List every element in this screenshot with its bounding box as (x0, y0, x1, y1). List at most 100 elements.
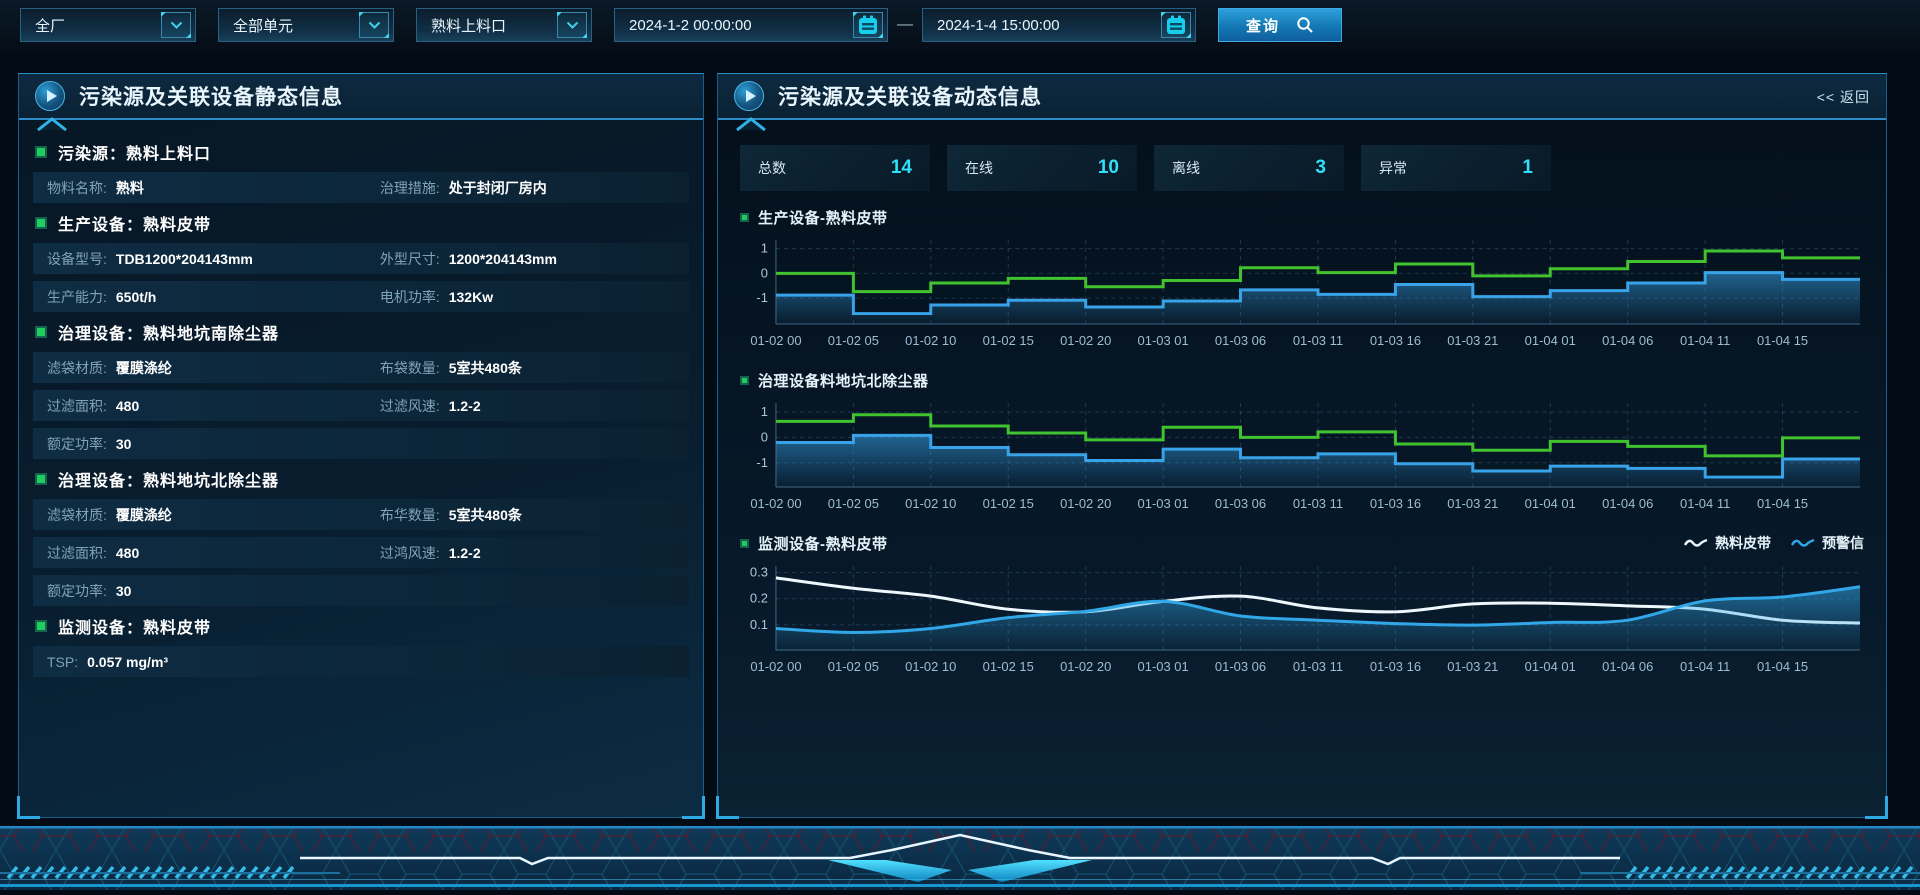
unit-select-value: 全部单元 (233, 15, 293, 36)
info-row: 生产能力:650t/h电机功率: 132Kw (33, 281, 689, 312)
pollution-source-arrow-button[interactable] (557, 12, 587, 38)
chevron-down-icon (368, 21, 381, 29)
end-datetime-picker[interactable]: 2024-1-4 15:00:00 (922, 8, 1196, 42)
section-title: 生产设备：熟料皮带 (58, 211, 211, 235)
info-field: 滤袋材质:覆膜涤纶 (47, 358, 380, 378)
charts-area: 生产设备-熟料皮带 10-101-02 0001-02 0501-02 1001-… (740, 204, 1864, 680)
svg-text:01-04 01: 01-04 01 (1525, 496, 1576, 511)
info-row: TSP:0.057 mg/m³ (33, 646, 689, 677)
start-calendar-button[interactable] (853, 12, 883, 38)
info-field: 外型尺寸: 1200*204143mm (380, 249, 675, 269)
info-row: 滤袋材质:覆膜涤纶布袋数量:5室共480条 (33, 352, 689, 383)
section-title: 治理设备：熟料地坑北除尘器 (58, 467, 279, 491)
svg-text:01-03 21: 01-03 21 (1447, 496, 1498, 511)
field-label: 额定功率: (47, 581, 107, 601)
section-header: 污染源：熟料上料口 (35, 141, 689, 163)
dynamic-panel-title: 污染源及关联设备动态信息 (778, 81, 1042, 111)
info-row: 过滤面积:480过鸿风速:1.2-2 (33, 537, 689, 568)
stat-card-2: 离线 3 (1154, 145, 1344, 191)
chart-title: 生产设备-熟料皮带 (758, 207, 888, 228)
svg-text:01-04 15: 01-04 15 (1757, 333, 1808, 348)
static-info-list: 污染源：熟料上料口物料名称:熟料治理措施:处于封闭厂房内生产设备：熟料皮带设备型… (19, 120, 703, 677)
dashboard-page: 全厂 全部单元 熟料上料口 2024-1-2 00:00:00 (0, 0, 1920, 890)
plant-select[interactable]: 全厂 (20, 8, 196, 42)
legend-item[interactable]: 熟料皮带 (1684, 533, 1771, 553)
stat-card-3: 异常1 (1361, 145, 1551, 191)
svg-text:01-03 11: 01-03 11 (1293, 659, 1343, 674)
stat-label: 在线 (965, 158, 993, 178)
info-row: 设备型号:TDB1200*204143mm外型尺寸:1200*204143mm (33, 243, 689, 274)
svg-text:01-03 16: 01-03 16 (1370, 496, 1421, 511)
svg-text:01-03 11: 01-03 11 (1293, 496, 1343, 511)
svg-text:01-04 15: 01-04 15 (1757, 659, 1808, 674)
svg-text:0.1: 0.1 (750, 617, 768, 632)
unit-select[interactable]: 全部单元 (218, 8, 394, 42)
unit-select-arrow-button[interactable] (359, 12, 389, 38)
field-label: 电机功率: (380, 287, 440, 307)
section-title: 污染源：熟料上料口 (58, 140, 211, 164)
field-label: 生产能力: (47, 287, 107, 307)
svg-text:01-02 10: 01-02 10 (905, 333, 956, 348)
query-button-label: 查询 (1246, 15, 1280, 36)
calendar-icon (1165, 14, 1187, 36)
corner-accent (1542, 182, 1551, 191)
dynamic-info-panel: 污染源及关联设备动态信息 << 返回 总数14在线10离线3异常1 生产设备-熟… (717, 73, 1887, 818)
info-field: 布袋数量:5室共480条 (380, 358, 675, 378)
end-calendar-button[interactable] (1161, 12, 1191, 38)
plant-select-arrow-button[interactable] (161, 12, 191, 38)
svg-text:01-02 10: 01-02 10 (905, 659, 956, 674)
field-label: 治理措施: (380, 178, 440, 198)
field-label: 布华数量: (380, 505, 440, 525)
info-row: 额定功率:30 (33, 575, 689, 606)
start-datetime-value: 2024-1-2 00:00:00 (629, 17, 752, 34)
svg-text:01-02 15: 01-02 15 (983, 333, 1034, 348)
info-field: 滤袋材质:覆膜涤纶 (47, 505, 380, 525)
field-value: 覆膜涤纶 (116, 505, 172, 525)
stat-label: 离线 (1172, 158, 1200, 178)
query-button[interactable]: 查询 (1218, 8, 1342, 42)
corner-accent (1154, 182, 1163, 191)
svg-text:01-02 15: 01-02 15 (983, 659, 1034, 674)
svg-text:01-02 20: 01-02 20 (1060, 496, 1111, 511)
stat-value: 3 (1315, 157, 1326, 179)
field-label: 过滤面积: (47, 396, 107, 416)
field-value: 1.2-2 (449, 398, 481, 414)
start-datetime-picker[interactable]: 2024-1-2 00:00:00 (614, 8, 888, 42)
svg-text:1: 1 (761, 241, 768, 256)
chart-plot: 10-101-02 0001-02 0501-02 1001-02 1501-0… (740, 393, 1864, 517)
svg-text:-1: -1 (756, 290, 768, 305)
field-value: 5室共480条 (449, 358, 522, 378)
field-value: 0.057 mg/m³ (87, 654, 168, 670)
section-header: 治理设备：熟料地坑北除尘器 (35, 468, 689, 490)
corner-accent (947, 182, 956, 191)
corner-accent (1361, 145, 1370, 154)
field-value: 1200*204143mm (449, 251, 557, 267)
svg-text:01-04 01: 01-04 01 (1525, 659, 1576, 674)
back-button[interactable]: << 返回 (1817, 87, 1870, 107)
field-value: 5室共480条 (449, 505, 522, 525)
info-field: 过鸿风速:1.2-2 (380, 543, 675, 563)
stat-value: 1 (1522, 157, 1533, 179)
chevron-down-icon (170, 21, 183, 29)
field-value: 132Kw (449, 289, 493, 305)
stat-value: 10 (1098, 157, 1119, 179)
field-value: 480 (116, 545, 139, 561)
field-label: 外型尺寸: (380, 249, 440, 269)
chart-block-0: 生产设备-熟料皮带10-101-02 0001-02 0501-02 1001-… (740, 204, 1864, 354)
corner-accent (740, 182, 749, 191)
wave-line-icon (1791, 537, 1815, 549)
info-field: 生产能力:650t/h (47, 287, 380, 307)
info-field: 过滤面积:480 (47, 543, 380, 563)
svg-text:-1: -1 (756, 455, 768, 470)
info-field: 布华数量: 5室共480条 (380, 505, 675, 525)
play-icon (734, 81, 764, 111)
corner-accent (1128, 182, 1137, 191)
field-value: 1.2-2 (449, 545, 481, 561)
chart-title-row: 监测设备-熟料皮带熟料皮带预警信 (740, 530, 1864, 556)
legend-item[interactable]: 预警信 (1791, 533, 1864, 553)
info-field: 额定功率:30 (47, 581, 675, 601)
legend-label: 预警信 (1822, 533, 1864, 553)
pollution-source-select[interactable]: 熟料上料口 (416, 8, 592, 42)
field-value: 熟料 (116, 178, 144, 198)
svg-text:01-02 20: 01-02 20 (1060, 333, 1111, 348)
